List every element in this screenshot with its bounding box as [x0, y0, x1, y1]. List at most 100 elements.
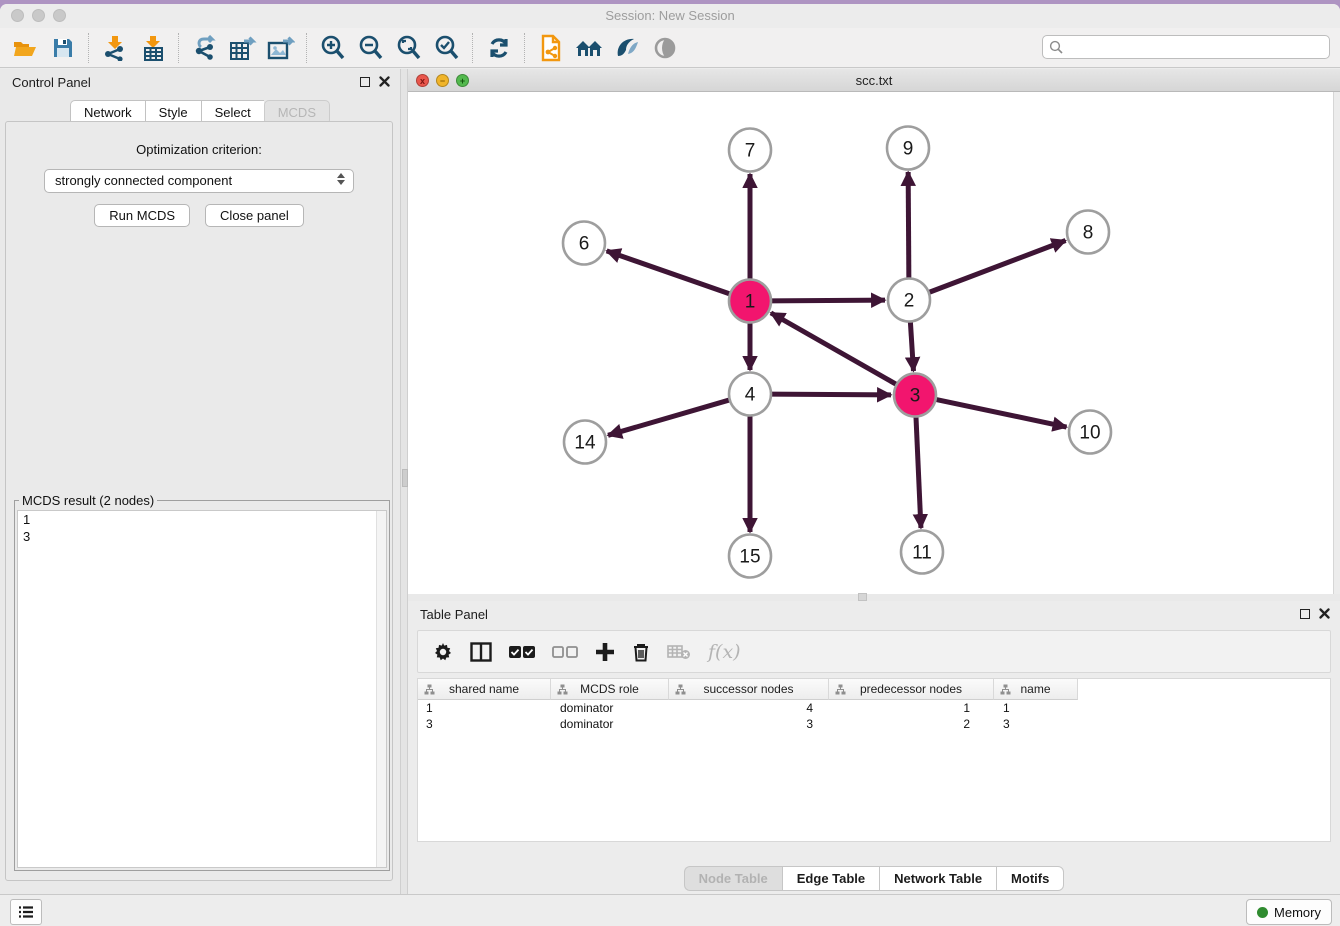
result-line: 3: [18, 528, 386, 545]
paint-icon: [614, 36, 640, 60]
import-network-button[interactable]: [96, 32, 134, 64]
run-mcds-button[interactable]: Run MCDS: [94, 204, 190, 227]
column-header-successor-nodes[interactable]: successor nodes: [669, 679, 829, 700]
main-window: Session: New Session: [0, 4, 1340, 926]
table-cell[interactable]: dominator: [551, 700, 669, 716]
close-panel-button[interactable]: Close panel: [205, 204, 304, 227]
edge-2-8[interactable]: [928, 241, 1066, 293]
import-network-icon: [103, 35, 127, 61]
apply-layout-button[interactable]: [480, 32, 518, 64]
edge-1-6[interactable]: [607, 251, 731, 294]
node-label-6: 6: [579, 234, 590, 255]
optimization-criterion-select[interactable]: strongly connected component: [44, 169, 354, 193]
flatten-icon: [1000, 684, 1011, 695]
table-header-row: shared nameMCDS rolesuccessor nodesprede…: [418, 679, 1330, 700]
clone-network-button[interactable]: [532, 32, 570, 64]
hide-view-button[interactable]: [646, 32, 684, 64]
edge-4-14[interactable]: [608, 400, 731, 436]
panel-divider-vertical[interactable]: [400, 69, 408, 894]
flatten-icon: [424, 684, 435, 695]
table-row[interactable]: 3dominator323: [418, 716, 1330, 732]
zoom-out-button[interactable]: [352, 32, 390, 64]
table-settings-button[interactable]: [433, 642, 453, 662]
column-header-shared-name[interactable]: shared name: [418, 679, 551, 700]
memory-label: Memory: [1274, 905, 1321, 920]
style-paint-button[interactable]: [608, 32, 646, 64]
table-function-builder-button[interactable]: f(x): [708, 641, 741, 663]
split-panes-icon: [470, 642, 492, 662]
unchecked-boxes-icon: [552, 645, 578, 659]
tab-motifs[interactable]: Motifs: [996, 866, 1064, 891]
edge-1-2[interactable]: [770, 300, 885, 301]
network-graph[interactable]: 7968124314101511: [408, 92, 1333, 594]
table-delete-table-button[interactable]: [667, 644, 691, 660]
memory-button[interactable]: Memory: [1246, 899, 1332, 925]
edge-3-11[interactable]: [916, 415, 921, 528]
column-header-MCDS-role[interactable]: MCDS role: [551, 679, 669, 700]
table-cell[interactable]: 2: [829, 716, 994, 732]
table-tabs: Node TableEdge TableNetwork TableMotifs: [408, 866, 1340, 891]
toolbar-separator: [306, 33, 308, 63]
table-cell[interactable]: dominator: [551, 716, 669, 732]
table-split-view-button[interactable]: [470, 642, 492, 662]
table-cell[interactable]: 3: [994, 716, 1078, 732]
result-scrollbar[interactable]: [376, 511, 386, 867]
zoom-in-icon: [320, 35, 346, 61]
zoom-in-button[interactable]: [314, 32, 352, 64]
table-cell[interactable]: 4: [669, 700, 829, 716]
table-deselect-all-button[interactable]: [552, 645, 578, 659]
export-network-icon: [192, 35, 218, 61]
home-button[interactable]: [570, 32, 608, 64]
tab-edge-table[interactable]: Edge Table: [782, 866, 879, 891]
close-panel-icon[interactable]: [1319, 608, 1330, 619]
table-row[interactable]: 1dominator411: [418, 700, 1330, 716]
open-folder-icon: [12, 36, 38, 60]
network-window-titlebar: x − + scc.txt: [408, 69, 1340, 92]
edge-3-10[interactable]: [935, 399, 1067, 427]
node-label-2: 2: [904, 291, 915, 312]
tab-network-table[interactable]: Network Table: [879, 866, 996, 891]
edge-3-1[interactable]: [771, 313, 898, 385]
table-add-column-button[interactable]: [595, 642, 615, 662]
tab-node-table[interactable]: Node Table: [684, 866, 782, 891]
zoom-selected-button[interactable]: [428, 32, 466, 64]
import-table-button[interactable]: [134, 32, 172, 64]
table-delete-column-button[interactable]: [632, 642, 650, 662]
float-panel-icon[interactable]: [1300, 609, 1310, 619]
mcds-result-box[interactable]: 13: [17, 510, 387, 868]
divider-handle[interactable]: [858, 593, 867, 601]
flatten-icon: [675, 684, 686, 695]
node-table: shared nameMCDS rolesuccessor nodesprede…: [417, 678, 1331, 842]
export-table-button[interactable]: [224, 32, 262, 64]
export-network-button[interactable]: [186, 32, 224, 64]
zoom-fit-button[interactable]: [390, 32, 428, 64]
edge-4-3[interactable]: [770, 394, 891, 395]
table-cell[interactable]: 3: [418, 716, 551, 732]
clone-network-icon: [539, 34, 563, 62]
table-cell[interactable]: 1: [994, 700, 1078, 716]
task-history-button[interactable]: [10, 899, 42, 925]
float-panel-icon[interactable]: [360, 77, 370, 87]
panel-divider-horizontal[interactable]: [408, 594, 1340, 601]
network-view-panel: x − + scc.txt 7968124314101511: [408, 69, 1340, 601]
table-cell[interactable]: 1: [829, 700, 994, 716]
save-session-button[interactable]: [44, 32, 82, 64]
trash-icon: [632, 642, 650, 662]
search-input[interactable]: [1042, 35, 1330, 59]
edge-2-9[interactable]: [908, 172, 909, 280]
column-header-predecessor-nodes[interactable]: predecessor nodes: [829, 679, 994, 700]
column-header-name[interactable]: name: [994, 679, 1078, 700]
network-canvas[interactable]: 7968124314101511: [408, 92, 1334, 594]
table-select-all-button[interactable]: [509, 645, 535, 659]
table-panel-title: Table Panel: [420, 607, 488, 622]
edge-2-3[interactable]: [910, 320, 913, 371]
node-label-4: 4: [745, 385, 756, 406]
zoom-selected-icon: [434, 35, 460, 61]
node-label-10: 10: [1079, 423, 1100, 444]
table-cell[interactable]: 1: [418, 700, 551, 716]
table-cell[interactable]: 3: [669, 716, 829, 732]
close-panel-icon[interactable]: [379, 76, 390, 87]
export-image-button[interactable]: [262, 32, 300, 64]
open-session-button[interactable]: [6, 32, 44, 64]
flatten-icon: [835, 684, 846, 695]
